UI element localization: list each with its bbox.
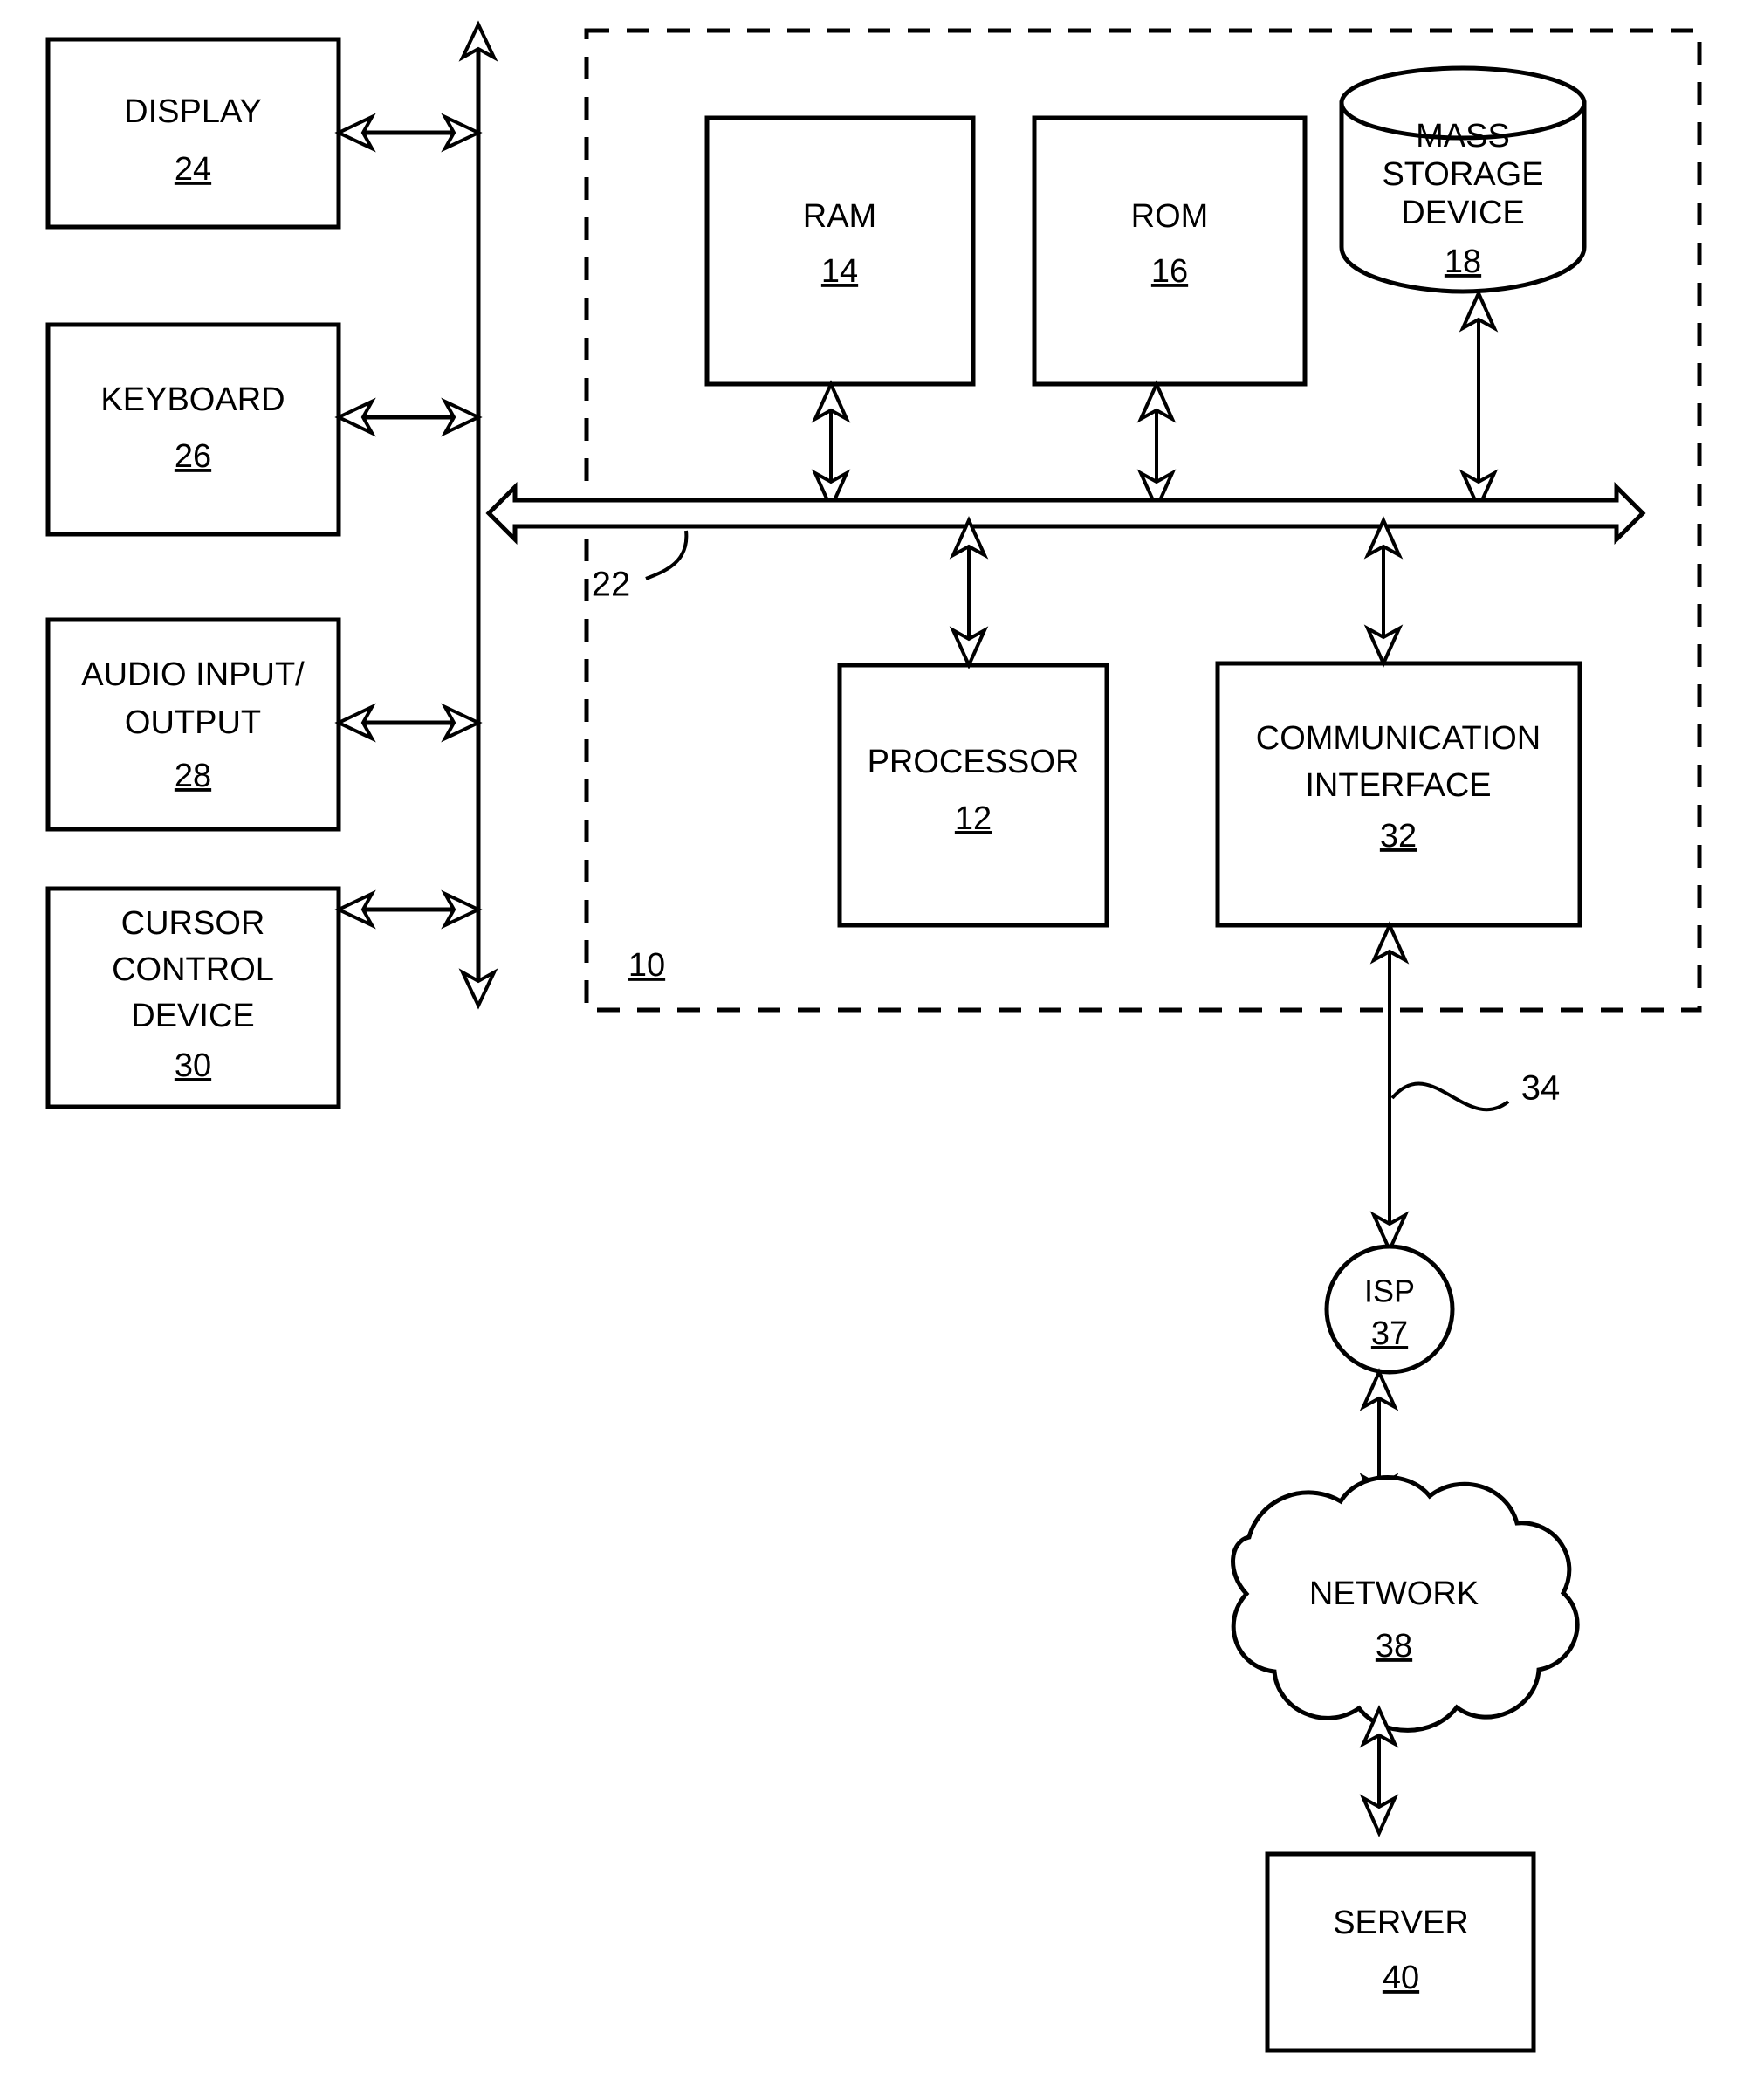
system-block-diagram: 10 DISPLAY 24 KEYBOARD 26 AUDIO INPUT/ O… [45,20,1702,2053]
display-connector [334,113,483,153]
communication-interface-label-2: INTERFACE [1305,767,1491,804]
cursor-control-ref: 30 [175,1047,211,1084]
keyboard-block-label: KEYBOARD [100,381,285,418]
network-cloud-label: NETWORK [1309,1576,1479,1612]
mass-storage-ref: 18 [1445,244,1481,280]
display-block-ref: 24 [175,151,211,188]
audio-io-connector [334,703,483,743]
server-block-label: SERVER [1333,1905,1469,1941]
patent-figure-canvas: 10 DISPLAY 24 KEYBOARD 26 AUDIO INPUT/ O… [0,0,1764,2094]
audio-io-block-ref: 28 [175,758,211,794]
communication-interface-label-1: COMMUNICATION [1256,720,1541,757]
network-cloud-ref: 38 [1376,1628,1412,1665]
cursor-control-label-3: DEVICE [131,998,254,1034]
ram-block-ref: 14 [821,253,858,290]
computer-system-ref: 10 [628,947,665,984]
keyboard-connector [334,397,483,437]
mass-storage-label-3: DEVICE [1401,195,1524,231]
mass-storage-label-1: MASS [1416,118,1510,154]
communication-interface-ref: 32 [1380,818,1417,855]
link-34-leader-line [1390,1081,1510,1112]
isp-node[interactable] [1324,1244,1455,1375]
audio-io-block-label-2: OUTPUT [125,704,261,741]
rom-bus-connector [1136,380,1177,512]
ram-block-label: RAM [803,198,876,235]
processor-block-label: PROCESSOR [868,744,1080,780]
isp-node-label: ISP [1364,1274,1415,1309]
keyboard-block[interactable] [45,322,341,537]
ram-bus-connector [811,380,851,512]
rom-block-ref: 16 [1151,253,1188,290]
processor-block[interactable] [837,663,1109,928]
mass-storage-label-2: STORAGE [1382,156,1543,193]
rom-block[interactable] [1032,115,1308,387]
processor-bus-connector [949,516,989,669]
cursor-control-label-2: CONTROL [112,951,274,988]
ram-block[interactable] [704,115,976,387]
audio-io-block-label-1: AUDIO INPUT/ [81,656,305,693]
rom-block-label: ROM [1131,198,1209,235]
processor-block-ref: 12 [955,800,992,837]
system-bus[interactable] [485,481,1646,546]
link-34-ref-label: 34 [1521,1069,1561,1108]
bus-leader-line [645,530,689,580]
cursor-control-connector [334,889,483,930]
bus-ref-label: 22 [592,566,631,604]
isp-node-ref: 37 [1371,1315,1408,1352]
cursor-control-label-1: CURSOR [121,905,265,942]
display-block-label: DISPLAY [124,93,262,130]
mass-storage-bus-connector [1459,289,1499,512]
server-block-ref: 40 [1383,1960,1419,1996]
keyboard-block-ref: 26 [175,438,211,475]
display-block[interactable] [45,37,341,230]
communication-link-34 [1369,921,1410,1254]
server-block[interactable] [1265,1851,1536,2053]
comm-interface-bus-connector [1363,516,1404,668]
